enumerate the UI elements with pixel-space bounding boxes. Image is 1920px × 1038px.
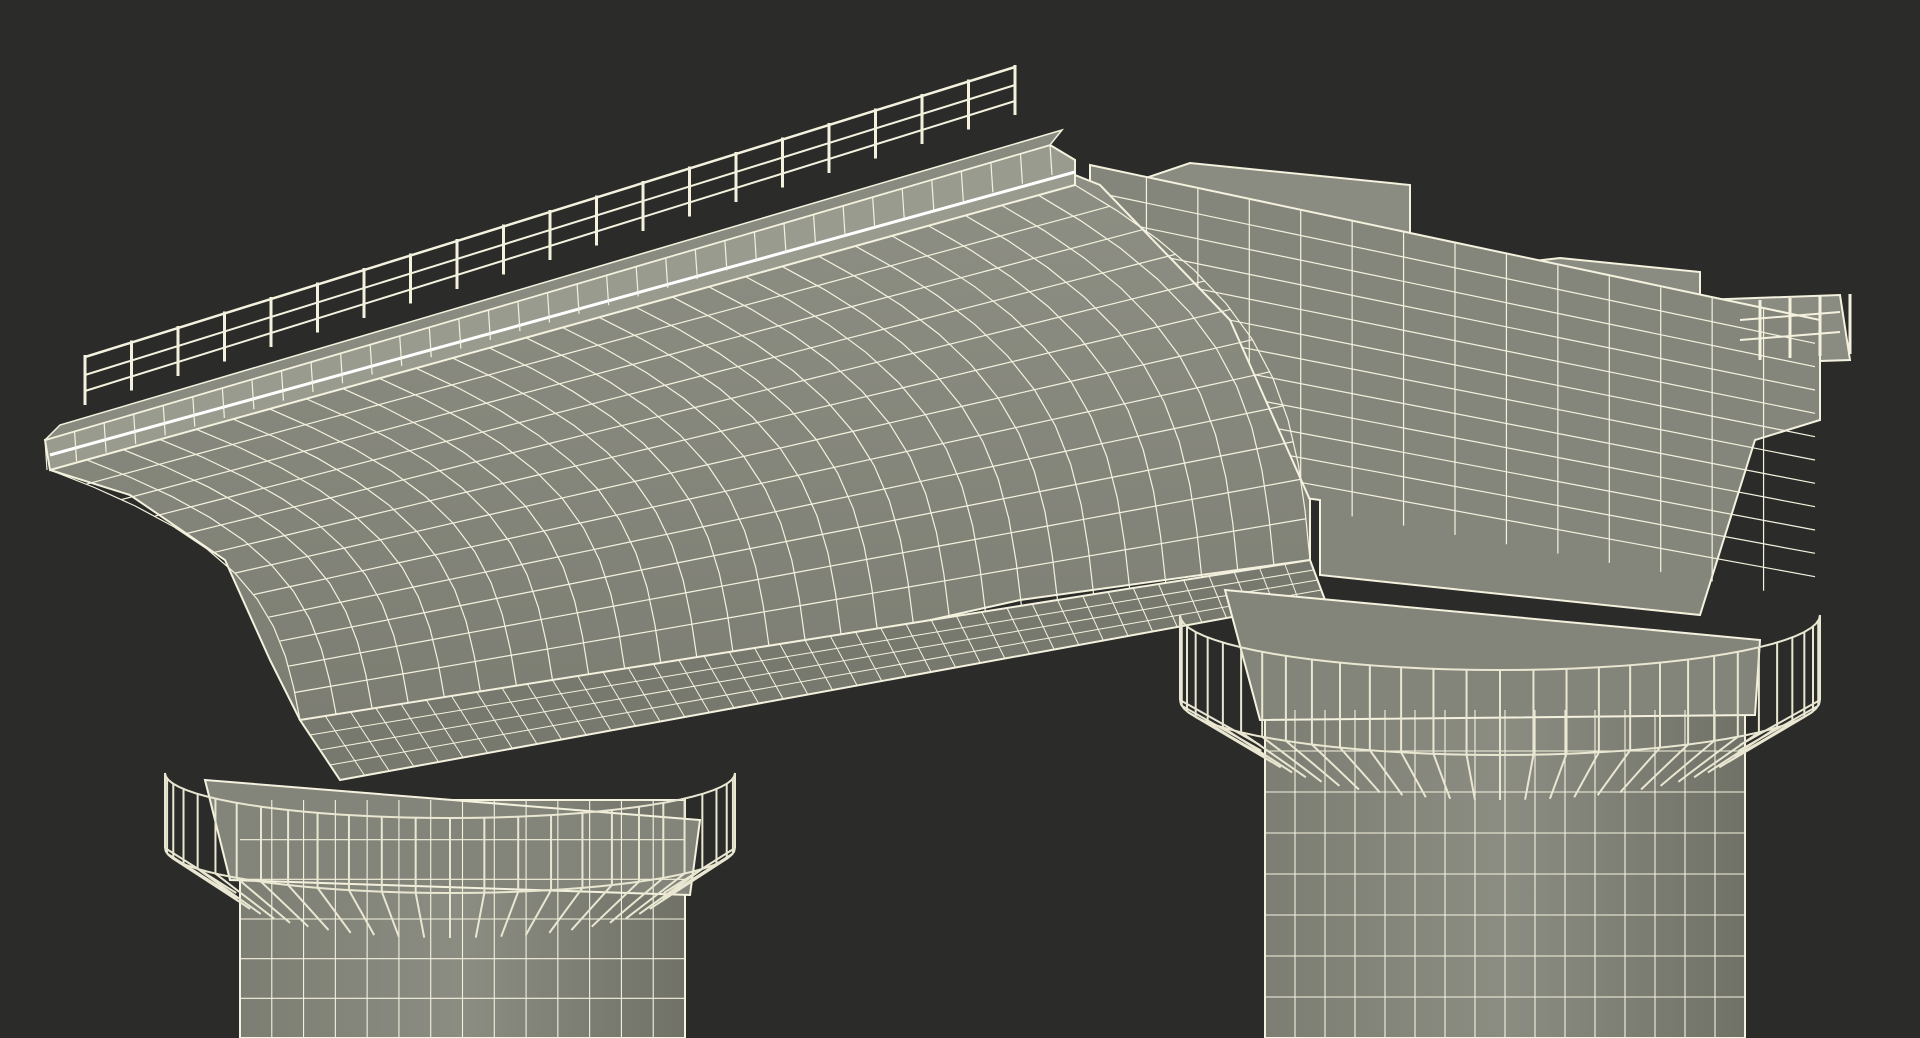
- pier-right: [1223, 588, 1762, 1038]
- render-viewport: [0, 0, 1920, 1038]
- wire-line: [1734, 710, 1814, 758]
- bridge-wireframe-render: [43, 65, 1852, 1038]
